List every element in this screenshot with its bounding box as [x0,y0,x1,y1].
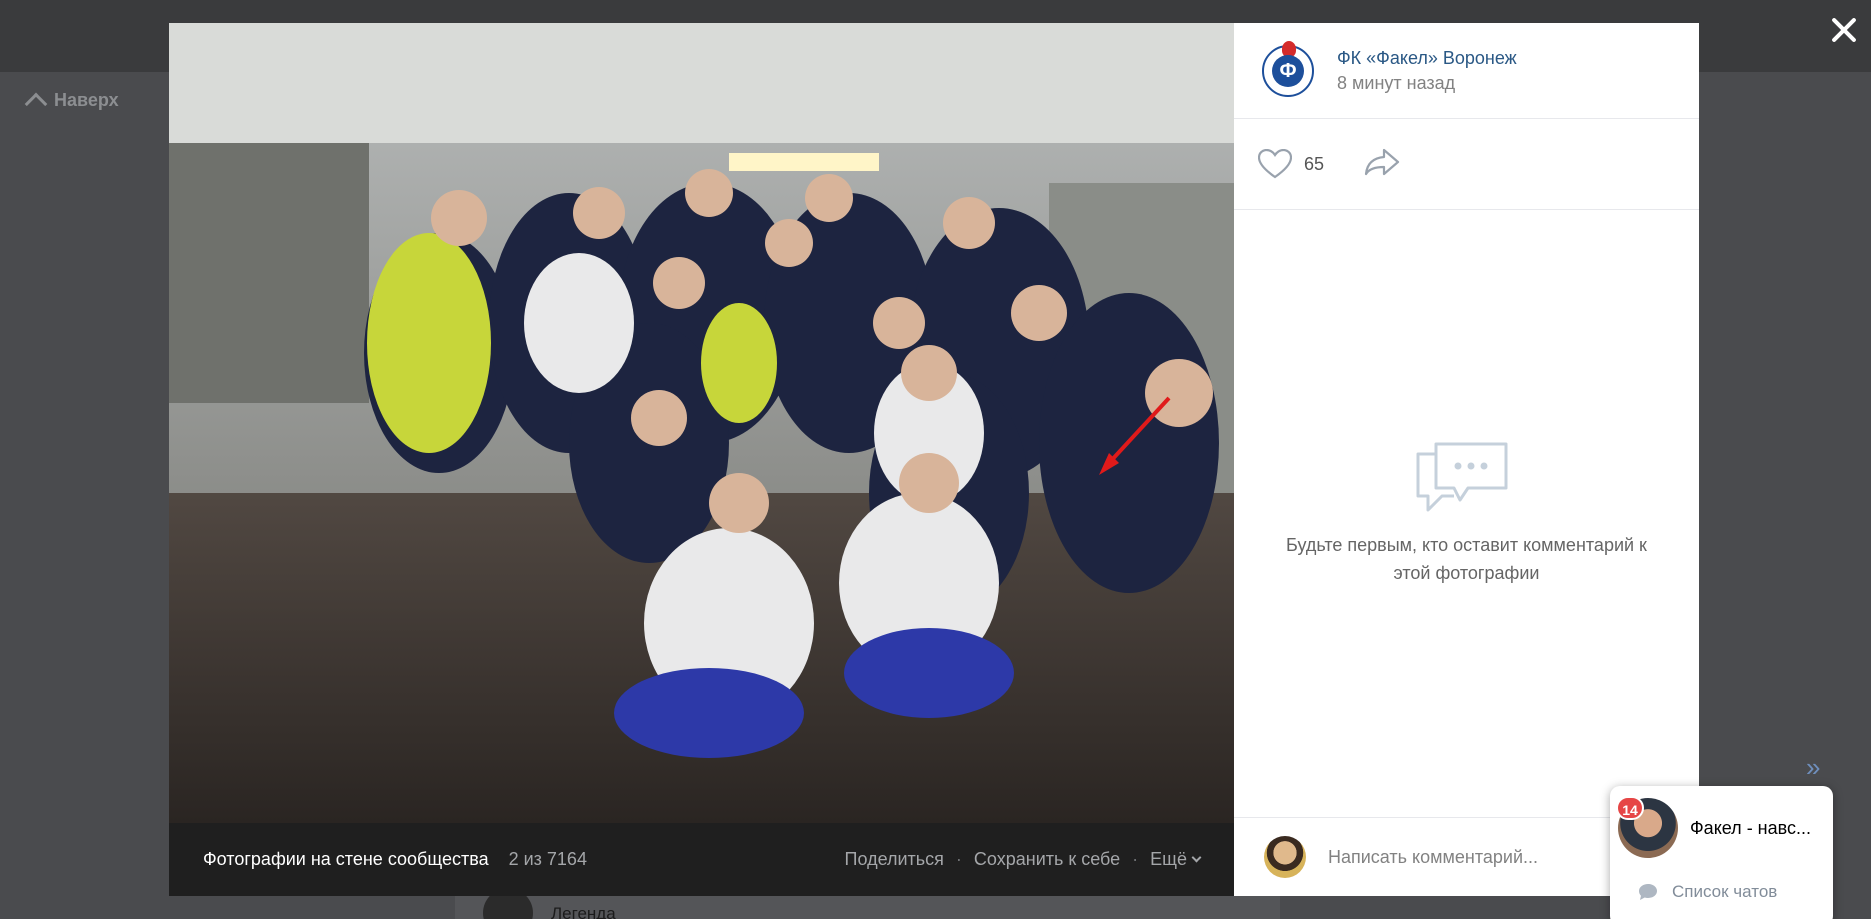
expand-chats-icon[interactable]: » [1806,752,1820,783]
share-link[interactable]: Поделиться [845,849,944,870]
unread-badge: 14 [1616,796,1644,820]
photo-counter: 2 из 7164 [508,849,587,869]
feed-post-text: Легенда [551,904,616,919]
separator-dot: · [1132,849,1139,869]
footer-actions: Поделиться · Сохранить к себе · Ещё [845,849,1202,870]
team-photo[interactable] [169,23,1234,823]
share-arrow-icon [1364,148,1400,175]
chat-list-link[interactable]: Список чатов [1638,882,1777,902]
chevron-down-icon [1191,852,1202,863]
chat-bubble-icon [1639,884,1657,900]
photo-pane: Фотографии на стене сообщества 2 из 7164… [169,23,1234,896]
more-label: Ещё [1150,849,1187,869]
album-link[interactable]: Фотографии на стене сообщества [203,849,489,870]
like-button[interactable]: 65 [1258,149,1324,179]
chat-widget: 14 Факел - навс... Список чатов [1610,786,1833,919]
photo-footer: Фотографии на стене сообщества 2 из 7164… [169,823,1234,896]
scroll-up-label: Наверх [54,89,119,110]
close-viewer-button[interactable] [1826,12,1862,48]
chat-avatar: 14 [1616,796,1678,858]
post-time[interactable]: 8 минут назад [1337,73,1517,94]
save-link[interactable]: Сохранить к себе [974,849,1120,870]
club-name-link[interactable]: ФК «Факел» Воронеж [1337,48,1517,69]
info-pane: Ф ФК «Факел» Воронеж 8 минут назад 65 Бу… [1234,23,1699,896]
chat-item[interactable]: 14 Факел - навс... [1616,796,1811,858]
share-button[interactable] [1364,148,1400,181]
separator-dot: · [955,849,962,869]
more-menu-button[interactable]: Ещё [1150,849,1202,870]
club-logo[interactable]: Ф [1262,40,1314,97]
heart-icon [1258,149,1292,179]
like-count: 65 [1304,153,1325,174]
chevron-up-icon [24,92,48,116]
current-user-avatar[interactable] [1264,836,1306,878]
comments-empty-icon [1416,442,1508,512]
photo-viewer: Фотографии на стене сообщества 2 из 7164… [169,23,1699,896]
chat-list-label: Список чатов [1672,882,1778,901]
club-logo-mark: Ф [1272,54,1304,87]
empty-comments-area: Будьте первым, кто оставит комментарий к… [1234,211,1699,841]
chat-name: Факел - навс... [1690,817,1811,838]
scroll-up-link[interactable]: Наверх [24,88,119,116]
reaction-bar: 65 [1234,119,1699,210]
empty-comments-text: Будьте первым, кто оставит комментарий к… [1286,535,1647,583]
author-header: Ф ФК «Факел» Воронеж 8 минут назад [1234,23,1699,119]
